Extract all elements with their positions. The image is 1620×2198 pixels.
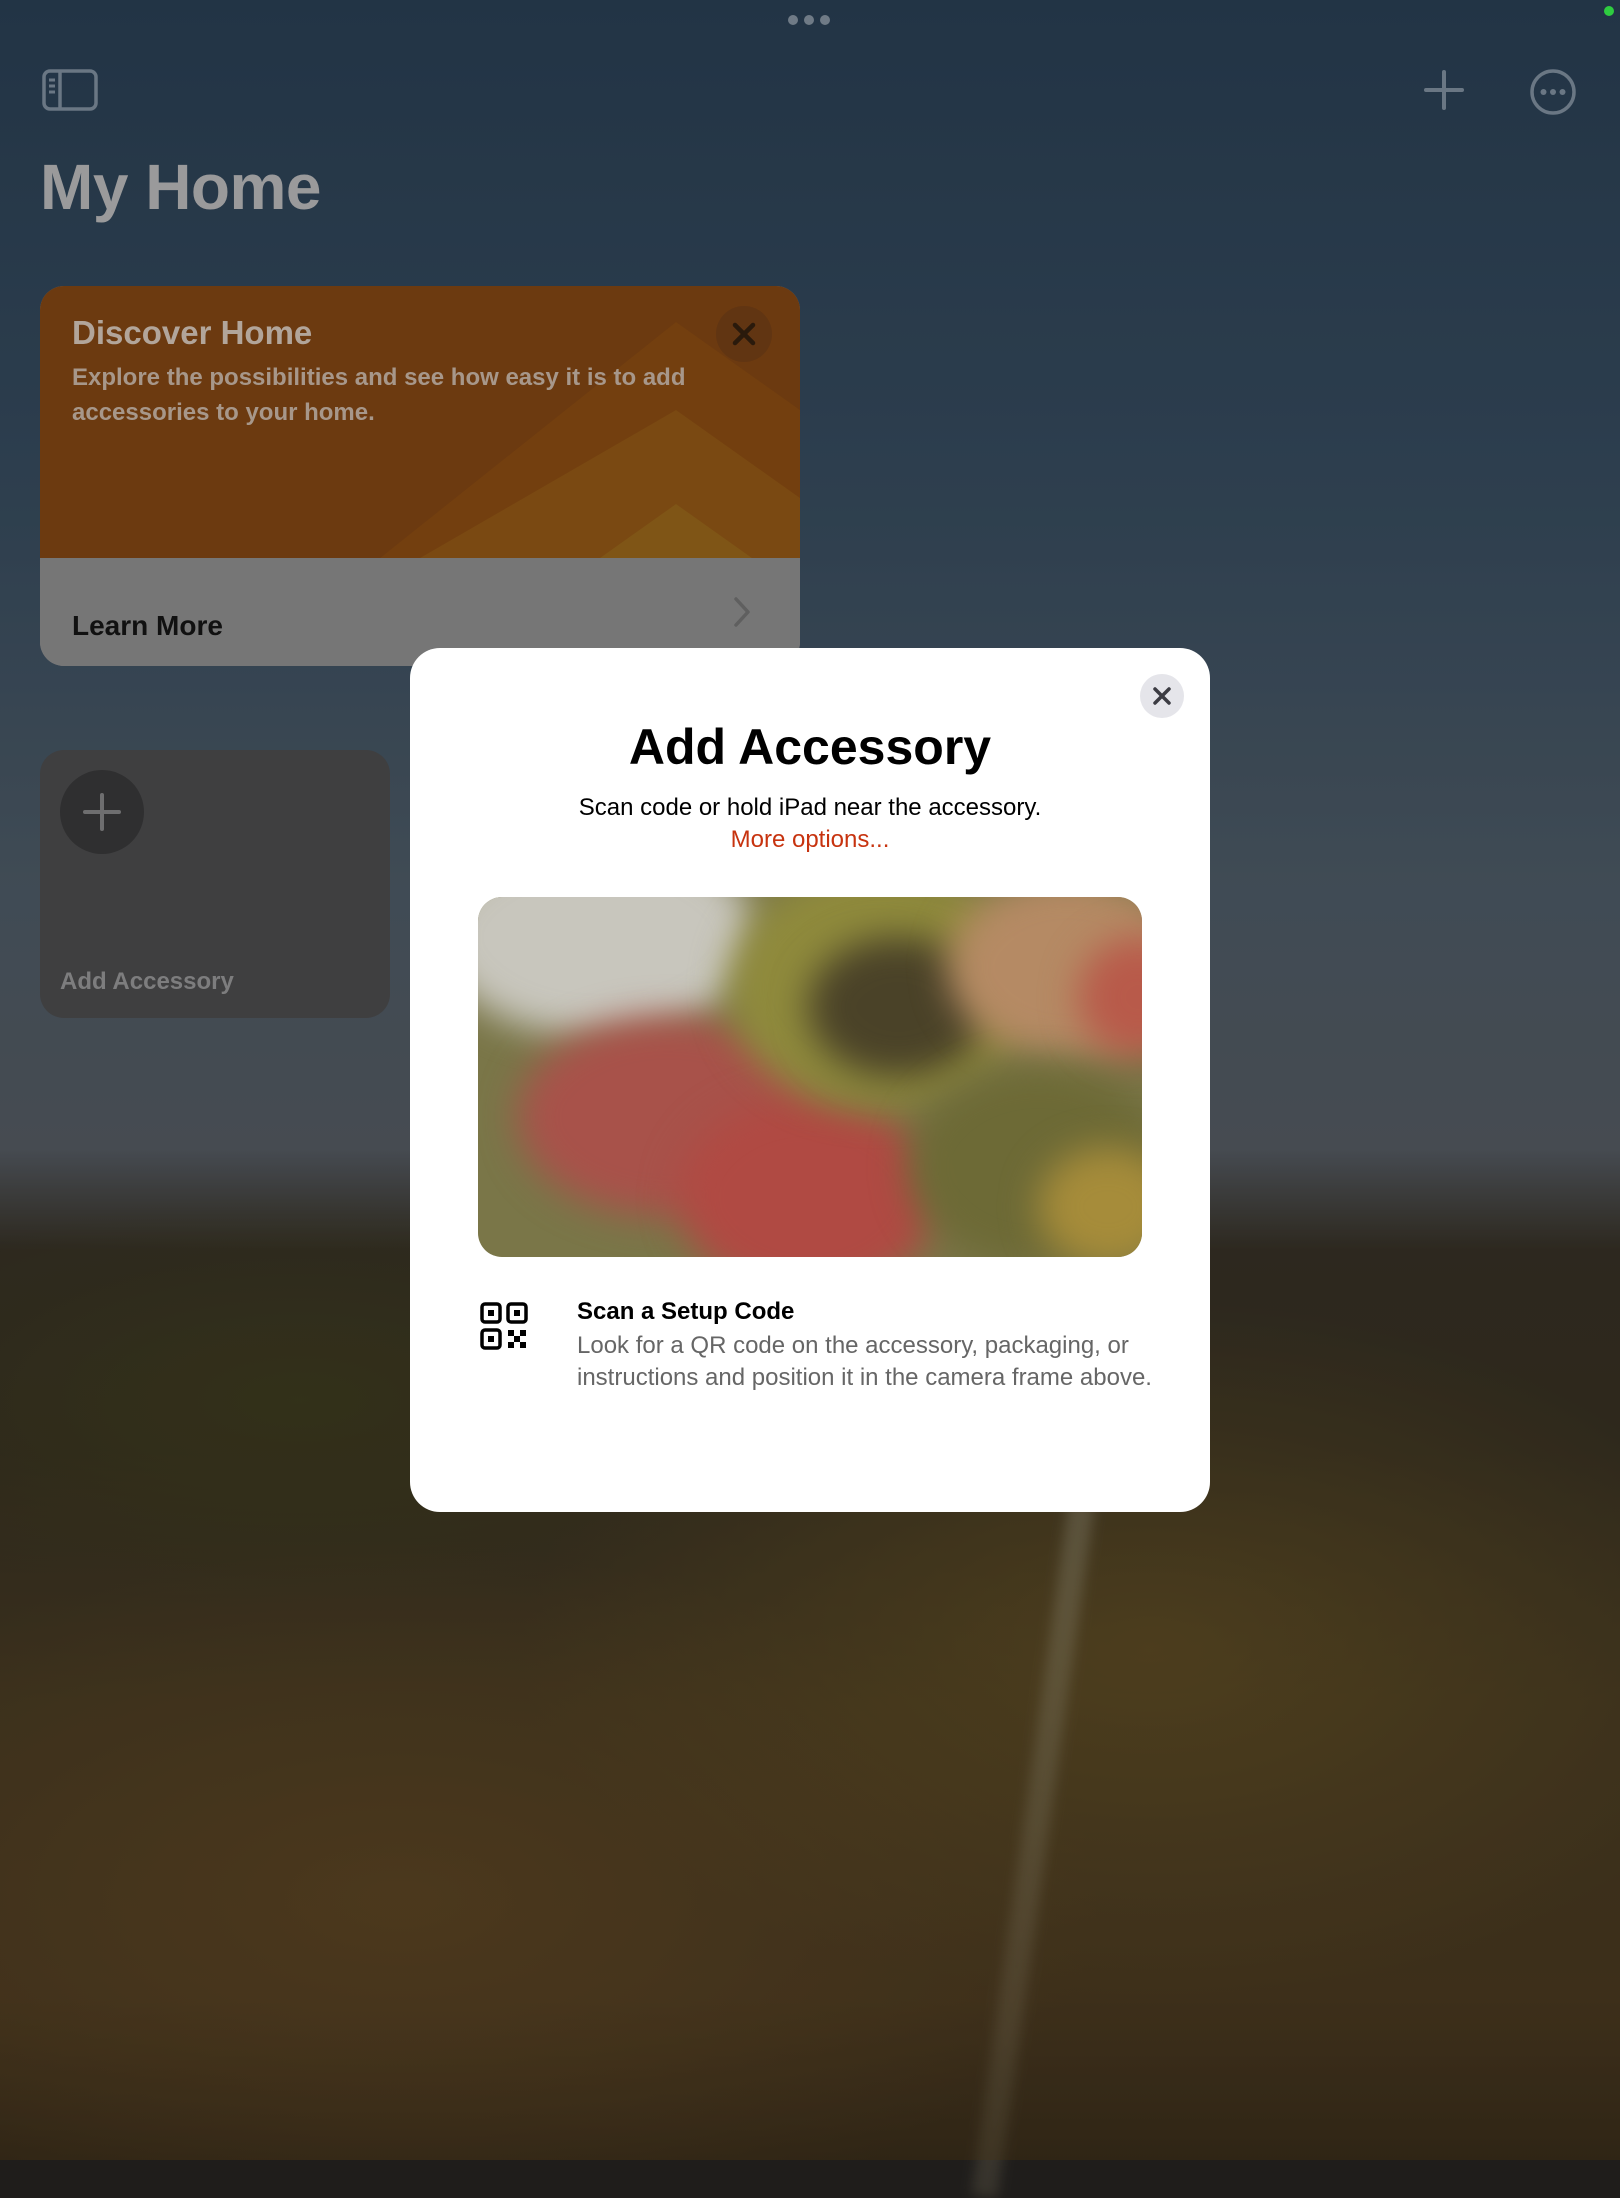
more-button[interactable]: [1525, 64, 1581, 120]
close-icon: [1153, 687, 1171, 705]
learn-more-link[interactable]: Learn More: [72, 610, 223, 642]
more-options-link[interactable]: More options...: [410, 826, 1210, 854]
scan-setup-code-heading: Scan a Setup Code: [577, 1298, 795, 1325]
scan-setup-code-description: Look for a QR code on the accessory, pac…: [577, 1332, 1152, 1391]
modal-subtitle: Scan code or hold iPad near the accessor…: [578, 794, 1042, 821]
plus-icon: [83, 793, 121, 831]
ellipsis-circle-icon: [1530, 69, 1576, 115]
add-accessory-tile[interactable]: Add Accessory: [40, 750, 390, 1018]
qr-code-icon: [480, 1302, 528, 1350]
multitasking-dot: [788, 15, 798, 25]
multitasking-dot: [804, 15, 814, 25]
add-tile-plus-button: [60, 770, 144, 854]
camera-viewfinder: [478, 897, 1142, 1257]
sidebar-icon: [42, 69, 98, 111]
chevron-right-icon: [734, 597, 750, 627]
page-title: My Home: [40, 151, 322, 223]
discover-title: Discover Home: [72, 314, 313, 351]
multitasking-handle[interactable]: [788, 15, 830, 25]
plus-icon: [1424, 70, 1464, 110]
discover-close-button[interactable]: [716, 306, 772, 362]
modal-close-button[interactable]: [1140, 674, 1184, 718]
add-tile-label: Add Accessory: [60, 968, 234, 995]
camera-in-use-indicator: [1604, 6, 1614, 16]
discover-home-card[interactable]: Discover Home Explore the possibilities …: [40, 286, 800, 666]
add-accessory-modal: Add Accessory Scan code or hold iPad nea…: [410, 648, 1210, 1512]
modal-title: Add Accessory: [628, 719, 992, 775]
camera-blur-region: [478, 897, 758, 1037]
close-icon: [732, 322, 756, 346]
sidebar-toggle-button[interactable]: [40, 66, 100, 114]
discover-description: Explore the possibilities and see how ea…: [72, 364, 686, 426]
add-button[interactable]: [1414, 64, 1474, 116]
multitasking-dot: [820, 15, 830, 25]
